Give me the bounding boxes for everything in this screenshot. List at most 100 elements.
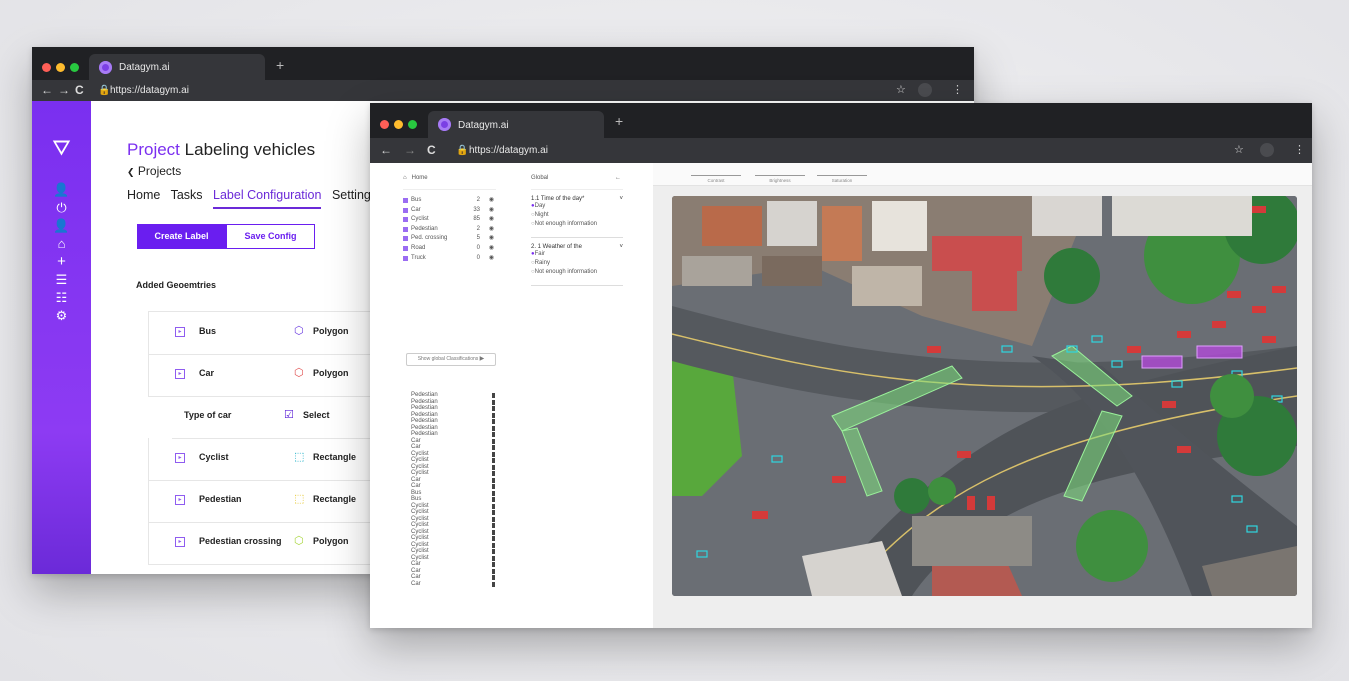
power-icon[interactable]: ⏻ bbox=[32, 201, 91, 215]
geometry-row[interactable]: ▸ Cyclist ⬚ Rectangle bbox=[148, 438, 410, 481]
trash-icon[interactable] bbox=[492, 419, 495, 424]
trash-icon[interactable] bbox=[492, 445, 495, 450]
eye-icon[interactable]: ◉ bbox=[489, 206, 494, 216]
trash-icon[interactable] bbox=[492, 562, 495, 567]
browser-tab[interactable]: Datagym.ai bbox=[428, 111, 604, 138]
trash-icon[interactable] bbox=[492, 490, 495, 496]
trash-icon[interactable] bbox=[492, 458, 495, 463]
label-row[interactable]: Road 0 ◉ bbox=[403, 244, 496, 254]
url-text[interactable]: https://datagym.ai bbox=[469, 145, 548, 156]
home-icon[interactable]: ⌂ bbox=[403, 175, 407, 181]
minimize-dot-icon[interactable] bbox=[394, 120, 403, 129]
bookmark-star-icon[interactable]: ☆ bbox=[1234, 143, 1244, 156]
browser-tab[interactable]: Datagym.ai bbox=[89, 54, 265, 80]
option-radio[interactable]: ○Rainy bbox=[531, 259, 623, 268]
menu-home[interactable]: Home bbox=[127, 188, 160, 202]
trash-icon[interactable] bbox=[492, 425, 495, 431]
option-radio[interactable]: ●Day bbox=[531, 202, 623, 211]
expand-box-icon[interactable]: ▸ bbox=[175, 327, 185, 337]
option-radio[interactable]: ○Night bbox=[531, 211, 623, 220]
trash-icon[interactable] bbox=[492, 510, 495, 515]
trash-icon[interactable] bbox=[492, 406, 495, 411]
trash-icon[interactable] bbox=[492, 393, 495, 398]
add-icon[interactable]: + bbox=[32, 254, 91, 269]
more-menu-icon[interactable]: ⋮ bbox=[952, 83, 963, 96]
trash-icon[interactable] bbox=[492, 542, 495, 548]
eye-icon[interactable]: ◉ bbox=[489, 244, 494, 254]
more-menu-icon[interactable]: ⋮ bbox=[1294, 143, 1305, 156]
maximize-dot-icon[interactable] bbox=[70, 63, 79, 72]
expand-box-icon[interactable]: ▸ bbox=[175, 369, 185, 379]
contrast-track[interactable] bbox=[691, 175, 741, 176]
trash-icon[interactable] bbox=[492, 464, 495, 470]
aerial-intersection-image[interactable] bbox=[672, 196, 1297, 596]
trash-icon[interactable] bbox=[492, 484, 495, 489]
trash-icon[interactable] bbox=[492, 523, 495, 528]
trash-icon[interactable] bbox=[492, 497, 495, 502]
reload-icon[interactable]: C bbox=[75, 83, 84, 97]
list-icon[interactable]: ☰ bbox=[32, 273, 91, 287]
user-icon[interactable]: 👤 bbox=[32, 183, 91, 197]
arrow-left-icon[interactable]: ← bbox=[615, 175, 621, 181]
url-text[interactable]: https://datagym.ai bbox=[110, 85, 189, 96]
back-arrow-icon[interactable]: ← bbox=[41, 83, 53, 97]
save-config-button[interactable]: Save Config bbox=[226, 224, 315, 249]
trash-icon[interactable] bbox=[492, 432, 495, 437]
show-global-classifications-button[interactable]: Show global Classifications ▶ bbox=[406, 353, 496, 366]
geometry-row[interactable]: ▸ Bus ⬡ Polygon bbox=[148, 312, 410, 355]
menu-tasks[interactable]: Tasks bbox=[171, 188, 203, 202]
label-row[interactable]: Cyclist 85 ◉ bbox=[403, 215, 496, 225]
label-row[interactable]: Truck 0 ◉ bbox=[403, 254, 496, 264]
back-to-projects-link[interactable]: ❮ Projects bbox=[127, 164, 181, 178]
trash-icon[interactable] bbox=[492, 529, 495, 535]
forward-arrow-icon[interactable]: → bbox=[404, 143, 416, 157]
reload-icon[interactable]: C bbox=[427, 143, 436, 157]
new-tab-icon[interactable]: + bbox=[276, 57, 284, 73]
expand-box-icon[interactable]: ▸ bbox=[175, 453, 185, 463]
new-tab-icon[interactable]: + bbox=[615, 113, 623, 129]
eye-icon[interactable]: ◉ bbox=[489, 215, 494, 225]
saturation-slider[interactable]: Saturation bbox=[817, 175, 867, 183]
forward-arrow-icon[interactable]: → bbox=[58, 83, 70, 97]
trash-icon[interactable] bbox=[492, 549, 495, 554]
trash-icon[interactable] bbox=[492, 536, 495, 541]
option-radio[interactable]: ○Not enough information bbox=[531, 268, 623, 277]
annotation-item[interactable]: Car bbox=[411, 581, 495, 588]
eye-icon[interactable]: ◉ bbox=[489, 234, 494, 244]
trash-icon[interactable] bbox=[492, 477, 495, 483]
trash-icon[interactable] bbox=[492, 412, 495, 418]
label-row[interactable]: Ped. crossing 5 ◉ bbox=[403, 234, 496, 244]
tasks-icon[interactable]: ☷ bbox=[32, 291, 91, 305]
trash-icon[interactable] bbox=[492, 555, 495, 561]
geometry-row[interactable]: ▸ Car ⬡ Polygon bbox=[148, 354, 410, 397]
option-radio[interactable]: ○Not enough information bbox=[531, 220, 623, 229]
eye-icon[interactable]: ◉ bbox=[489, 254, 494, 264]
geometry-row[interactable]: ▸ Pedestian crossing ⬡ Polygon bbox=[148, 522, 410, 565]
label-row[interactable]: Bus 2 ◉ bbox=[403, 196, 496, 206]
menu-settings[interactable]: Setting bbox=[332, 188, 371, 202]
home-link[interactable]: Home bbox=[412, 175, 428, 181]
trash-icon[interactable] bbox=[492, 451, 495, 457]
close-dot-icon[interactable] bbox=[42, 63, 51, 72]
profile-avatar[interactable] bbox=[1260, 143, 1274, 157]
trash-icon[interactable] bbox=[492, 503, 495, 509]
contrast-slider[interactable]: Contrast bbox=[691, 175, 741, 183]
saturation-track[interactable] bbox=[817, 175, 867, 176]
eye-icon[interactable]: ◉ bbox=[489, 196, 494, 206]
profile-avatar[interactable] bbox=[918, 83, 932, 97]
trash-icon[interactable] bbox=[492, 438, 495, 444]
settings-gear-icon[interactable]: ⚙ bbox=[32, 309, 91, 323]
geometry-row[interactable]: ▸ Pedestian ⬚ Rectangle bbox=[148, 480, 410, 523]
expand-box-icon[interactable]: ▸ bbox=[175, 537, 185, 547]
brightness-track[interactable] bbox=[755, 175, 805, 176]
home-icon[interactable]: ⌂ bbox=[32, 237, 91, 251]
trash-icon[interactable] bbox=[492, 581, 495, 587]
trash-icon[interactable] bbox=[492, 471, 495, 476]
chevron-down-icon[interactable]: ˅ bbox=[619, 244, 623, 250]
team-icon[interactable]: 👤 bbox=[32, 219, 91, 233]
close-dot-icon[interactable] bbox=[380, 120, 389, 129]
back-arrow-icon[interactable]: ← bbox=[380, 143, 392, 157]
bookmark-star-icon[interactable]: ☆ bbox=[896, 83, 906, 96]
label-row[interactable]: Car 33 ◉ bbox=[403, 206, 496, 216]
trash-icon[interactable] bbox=[492, 568, 495, 574]
